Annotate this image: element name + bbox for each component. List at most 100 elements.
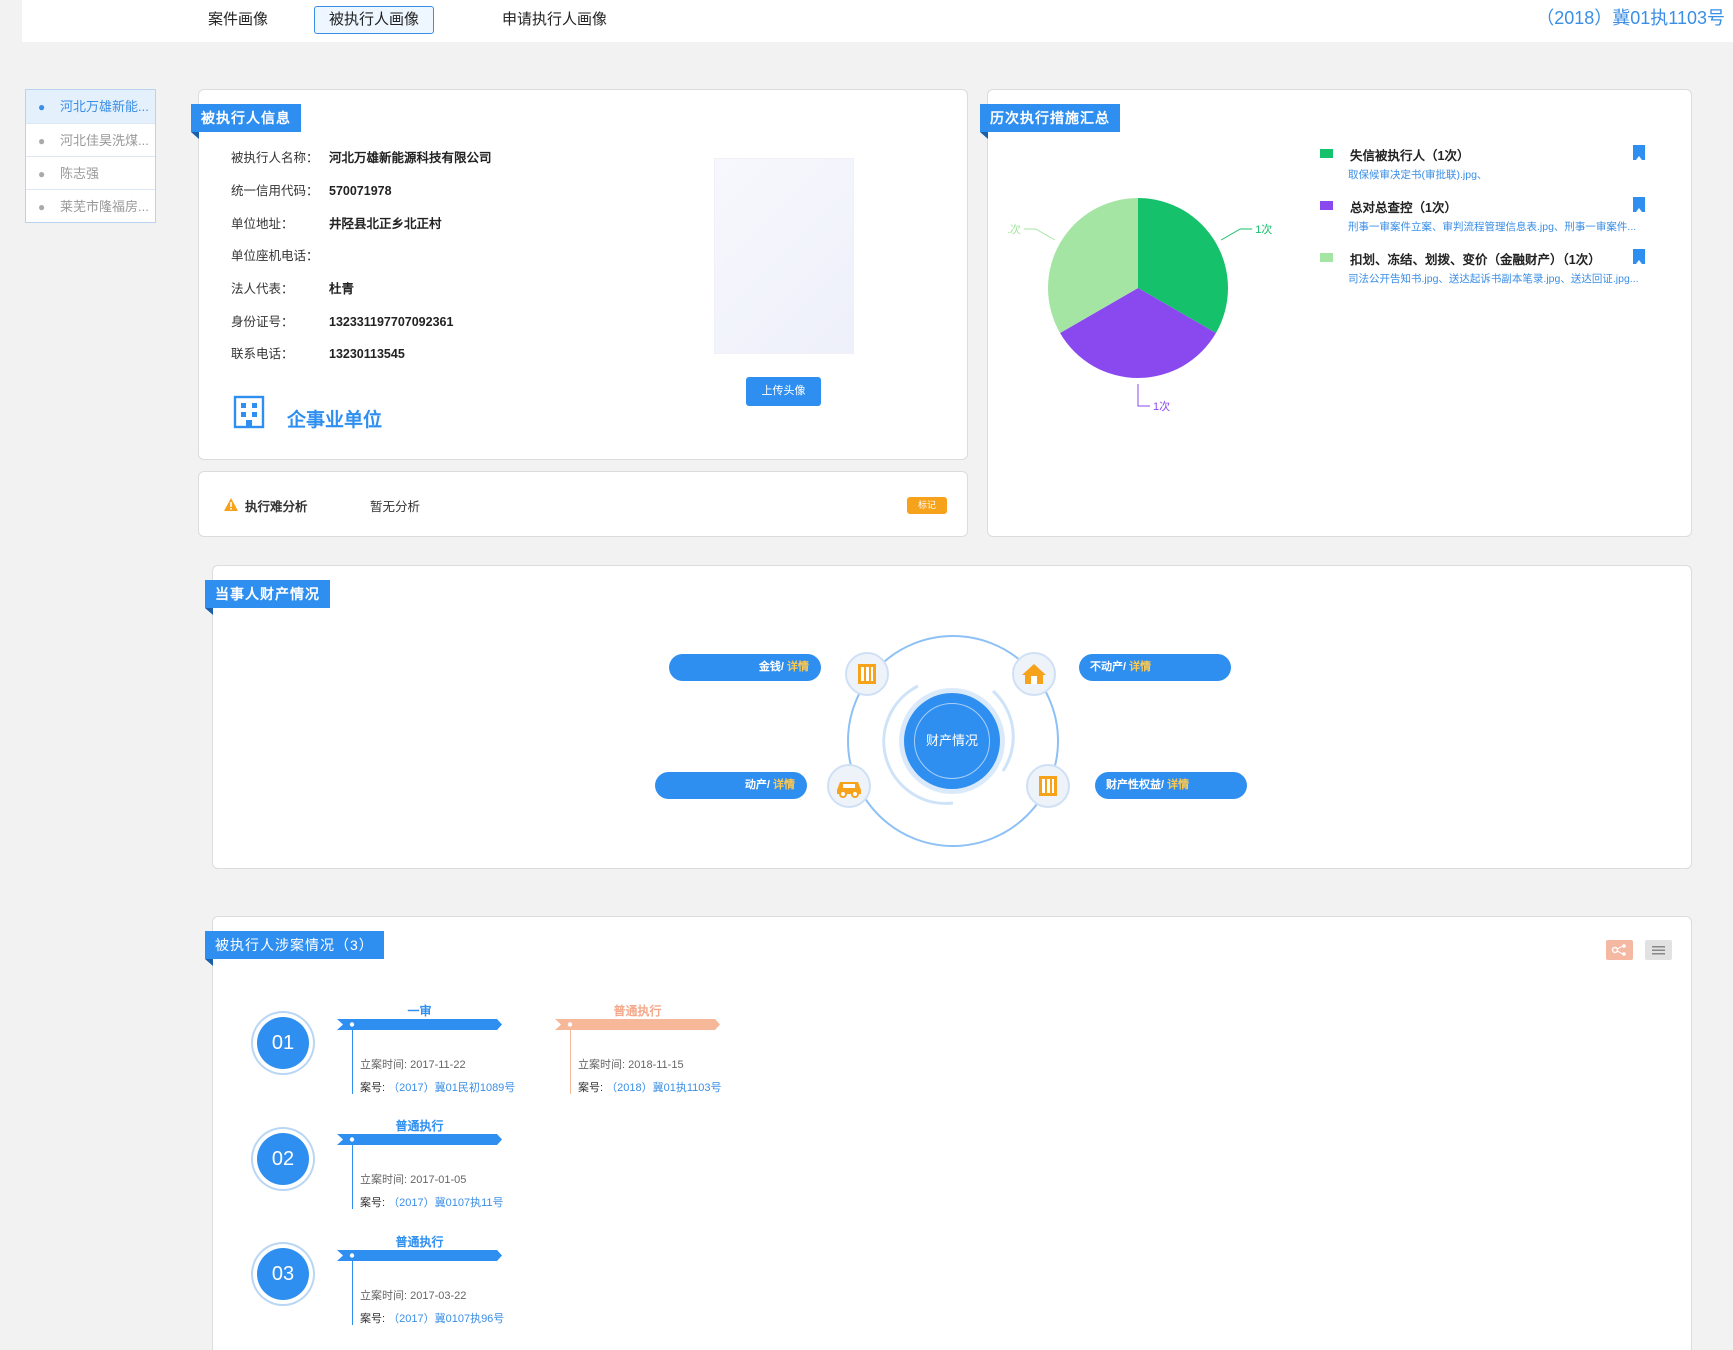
sidebar-item[interactable]: ● 河北佳昊洗煤... [26, 123, 155, 156]
info-row: 法人代表： 杜青 [231, 279, 354, 299]
date-label: 立案时间: [360, 1290, 408, 1302]
stage-date: 立案时间: 2017-01-05 [360, 1171, 466, 1187]
stage-arrow [337, 1019, 502, 1030]
stage-date: 立案时间: 2017-03-22 [360, 1287, 466, 1303]
case-no-link[interactable]: （2017）冀01民初1089号 [388, 1082, 515, 1094]
case-label: 案号: [360, 1082, 386, 1094]
info-row: 单位地址： 井陉县北正乡北正村 [231, 214, 442, 234]
bookmark-icon[interactable] [1633, 197, 1645, 212]
date-value: 2017-01-05 [410, 1174, 467, 1186]
case-label: 案号: [578, 1082, 604, 1094]
panel-title: 历次执行措施汇总 [980, 104, 1120, 139]
property-center-label: 财产情况 [914, 703, 990, 779]
stage-arrow [555, 1019, 720, 1030]
sidebar-item-label: 陈志强 [60, 166, 100, 181]
user-icon: ● [38, 100, 46, 114]
case-group-number: 01 [257, 1017, 309, 1069]
detail-link[interactable]: 详情 [787, 661, 809, 673]
measures-pie-chart: 1次 1次 1次 [1008, 198, 1272, 413]
difficulty-panel: 执行难分析 暂无分析 标记 [198, 471, 968, 537]
building-icon [233, 395, 265, 429]
field-label: 单位地址： [231, 217, 294, 231]
panel-title: 被执行人涉案情况（3） [205, 931, 384, 966]
sidebar-item-label: 莱芜市隆福房... [60, 199, 149, 214]
stage-line [352, 1030, 353, 1094]
case-no-link[interactable]: （2017）冀0107执96号 [388, 1313, 504, 1325]
pie-label-line [1137, 384, 1150, 407]
stage-case-no: 案号: （2017）冀0107执96号 [360, 1310, 504, 1326]
upload-avatar-button[interactable]: 上传头像 [746, 377, 821, 406]
case-label: 案号: [360, 1313, 386, 1325]
stage-date: 立案时间: 2017-11-22 [360, 1056, 466, 1072]
difficulty-value: 暂无分析 [370, 500, 421, 514]
case-label: 案号: [360, 1197, 386, 1209]
pill-label: 财产性权益 [1106, 779, 1161, 791]
legend-files[interactable]: 取保候审决定书(审批联).jpg、 [1348, 167, 1648, 182]
field-value: 132331197707092361 [329, 315, 454, 329]
pie-data-label: 1次 [1008, 222, 1021, 236]
info-row: 身份证号： 132331197707092361 [231, 312, 453, 332]
legend-label: 总对总查控（1次） [1350, 201, 1457, 215]
legend-swatch [1320, 253, 1333, 262]
case-no-link[interactable]: （2018）冀01执1103号 [606, 1082, 721, 1094]
pie-label-line [1220, 228, 1253, 241]
tab-executee-profile[interactable]: 被执行人画像 [314, 6, 435, 34]
sidebar-item[interactable]: ● 河北万雄新能... [26, 90, 155, 123]
field-value: 570071978 [329, 184, 392, 198]
list-view-icon[interactable] [1645, 940, 1672, 960]
field-label: 联系电话： [231, 347, 294, 361]
info-row: 统一信用代码： 570071978 [231, 181, 392, 201]
sidebar-item[interactable]: ● 陈志强 [26, 156, 155, 189]
field-label: 法人代表： [231, 282, 294, 296]
sidebar-item-label: 河北万雄新能... [60, 99, 149, 114]
pie-label-line [1023, 228, 1056, 241]
mark-button[interactable]: 标记 [907, 497, 947, 514]
property-center: 财产情况 [904, 693, 1000, 789]
property-rights-icon-circle[interactable] [1026, 764, 1070, 808]
stage-case-no: 案号: （2017）冀0107执11号 [360, 1194, 504, 1210]
pill-label: 金钱 [758, 661, 781, 673]
avatar-photo [714, 158, 854, 354]
date-value: 2018-11-15 [628, 1059, 684, 1071]
building-icon [1039, 776, 1057, 796]
user-icon: ● [38, 134, 46, 148]
bookmark-icon[interactable] [1633, 249, 1645, 264]
real-estate-icon-circle[interactable] [1012, 652, 1056, 696]
field-value: 13230113545 [329, 347, 405, 361]
panel-title: 被执行人信息 [191, 104, 301, 139]
money-icon-circle[interactable] [845, 652, 889, 696]
movables-pill[interactable]: 动产/ 详情 [655, 772, 807, 799]
field-label: 被执行人名称： [231, 151, 319, 165]
date-label: 立案时间: [360, 1059, 408, 1071]
pill-label: 动产 [744, 779, 767, 791]
difficulty-label: 执行难分析 [245, 500, 308, 514]
detail-link[interactable]: 详情 [1167, 779, 1189, 791]
tab-applicant-profile[interactable]: 申请执行人画像 [487, 6, 622, 34]
graph-view-icon[interactable] [1606, 940, 1633, 960]
stage-line [352, 1261, 353, 1325]
movables-icon-circle[interactable] [827, 764, 871, 808]
bookmark-icon[interactable] [1633, 145, 1645, 160]
property-rights-pill[interactable]: 财产性权益/ 详情 [1095, 772, 1247, 799]
legend-files[interactable]: 刑事一审案件立案、审判流程管理信息表.jpg、刑事一审案件... [1348, 219, 1648, 234]
legend-files[interactable]: 司法公开告知书.jpg、送达起诉书副本笔录.jpg、送达回证.jpg... [1348, 271, 1648, 286]
info-row: 联系电话： 13230113545 [231, 344, 405, 364]
sidebar-item[interactable]: ● 莱芜市隆福房... [26, 189, 155, 222]
case-group-number: 03 [257, 1248, 309, 1300]
property-panel: 当事人财产情况 财产情况 金钱/ 详情 不动产/ 详情 动产/ 详情 财产性权益… [205, 565, 1692, 869]
case-no-link[interactable]: （2017）冀0107执11号 [388, 1197, 503, 1209]
stage-name: 普通执行 [395, 1119, 444, 1133]
detail-link[interactable]: 详情 [773, 779, 795, 791]
date-value: 2017-11-22 [410, 1059, 466, 1071]
detail-link[interactable]: 详情 [1129, 661, 1151, 673]
real-estate-pill[interactable]: 不动产/ 详情 [1079, 654, 1231, 681]
stage-case-no: 案号: （2018）冀01执1103号 [578, 1079, 722, 1095]
case-number: （2018）冀01执1103号 [1536, 8, 1725, 28]
tab-case-profile[interactable]: 案件画像 [193, 6, 283, 34]
field-label: 统一信用代码： [231, 184, 319, 198]
field-label: 单位座机电话： [231, 249, 319, 263]
money-pill[interactable]: 金钱/ 详情 [669, 654, 821, 681]
stage-arrow [337, 1134, 502, 1145]
info-row: 单位座机电话： [231, 246, 329, 266]
sidebar-item-label: 河北佳昊洗煤... [60, 133, 149, 148]
